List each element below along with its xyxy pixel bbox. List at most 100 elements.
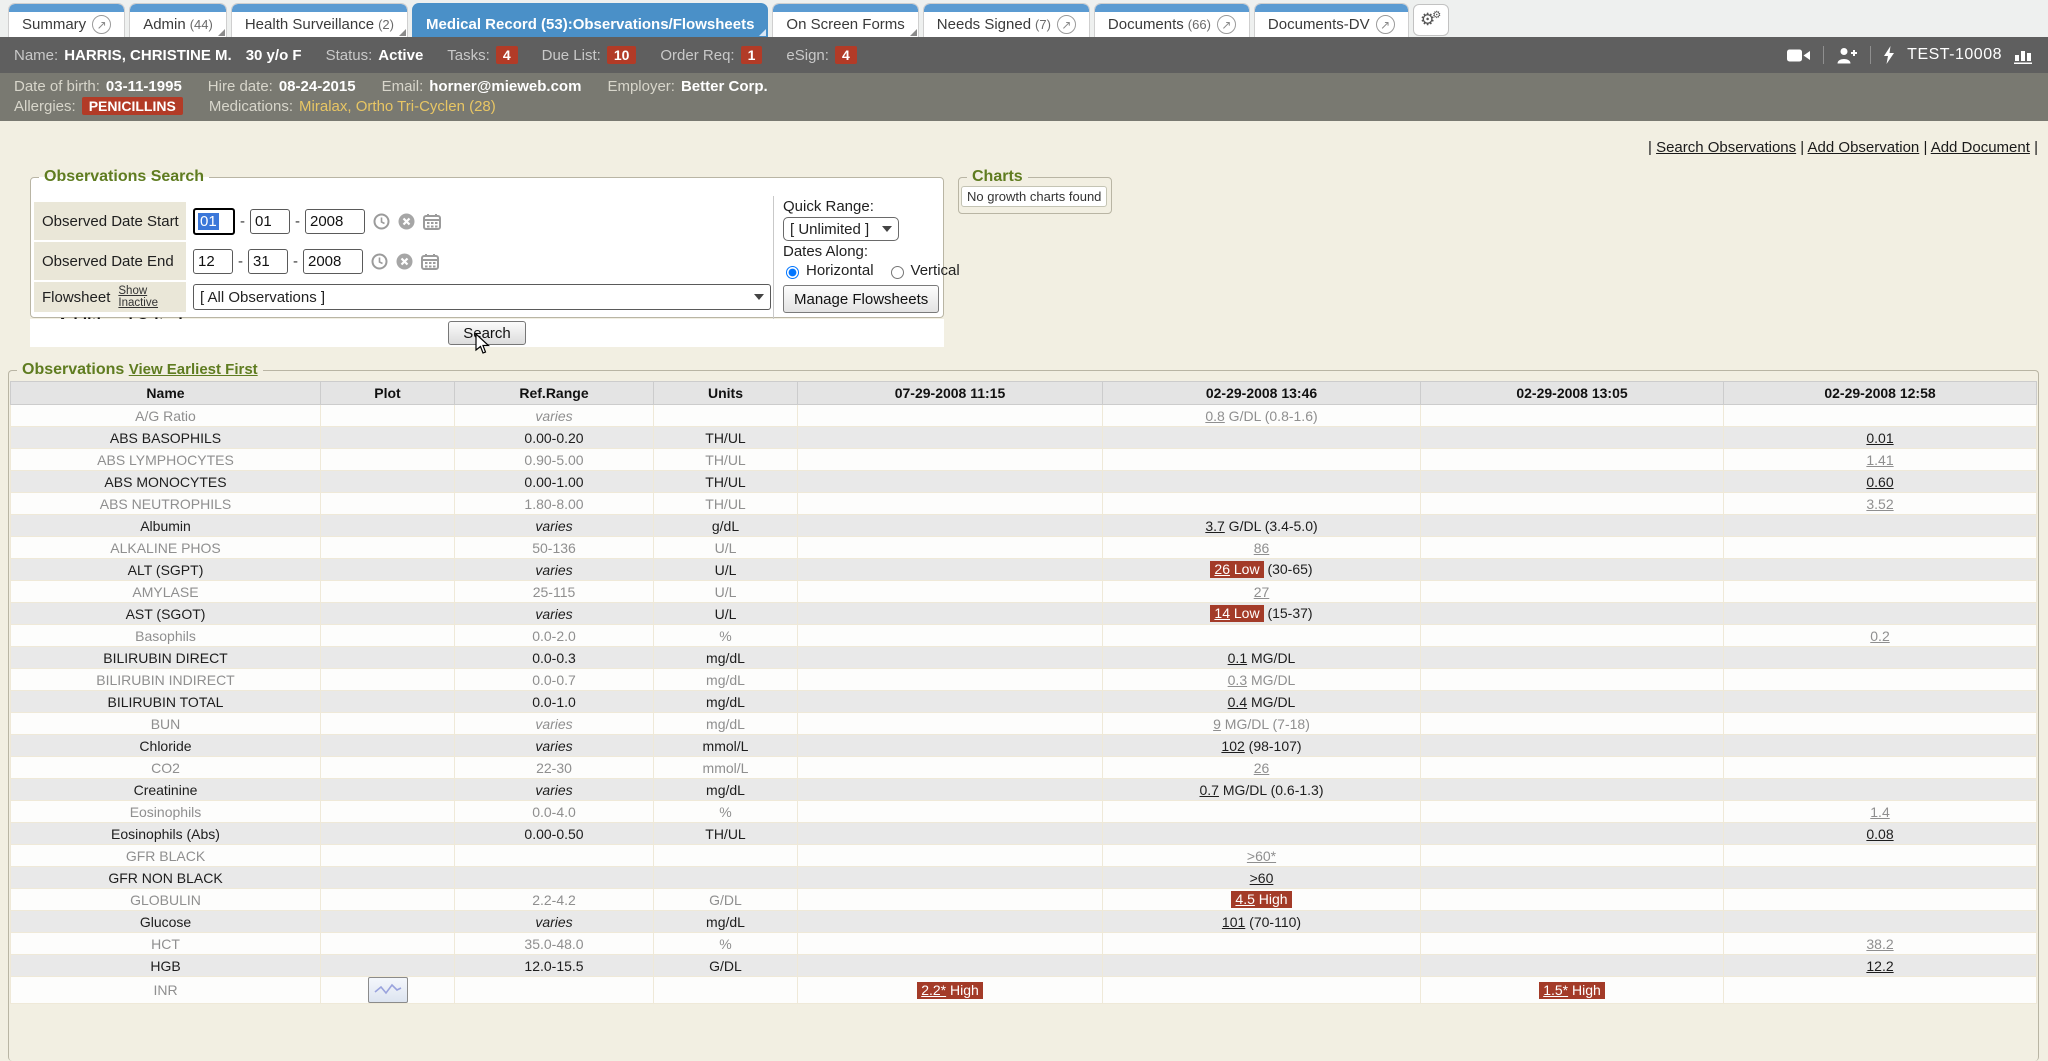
observation-value-link[interactable]: 2.2*: [921, 982, 946, 998]
obs-value-col-4: [1724, 977, 2037, 1004]
observation-value-link[interactable]: 0.2: [1870, 628, 1889, 644]
start-day-input[interactable]: [250, 209, 290, 234]
calendar-icon[interactable]: [423, 213, 441, 230]
date-start-fields: 01: [193, 202, 441, 240]
tab-on-screen-forms[interactable]: On Screen Forms: [772, 3, 918, 37]
observation-value-link[interactable]: 9: [1213, 716, 1221, 732]
col-header-plot: Plot: [321, 382, 455, 405]
tab-health-surveillance[interactable]: Health Surveillance(2): [231, 3, 408, 37]
observation-value-link[interactable]: 26: [1254, 760, 1270, 776]
radio-vertical[interactable]: Vertical: [886, 262, 960, 279]
tab-label: Documents-DV: [1268, 16, 1370, 33]
tab-documents-dv[interactable]: Documents-DV ↗: [1254, 3, 1409, 37]
observation-value-link[interactable]: 102: [1221, 738, 1244, 754]
observation-value-link[interactable]: 0.7: [1200, 782, 1219, 798]
observation-value-link[interactable]: 27: [1254, 584, 1270, 600]
start-month-value: 01: [198, 213, 219, 230]
end-month-input[interactable]: [193, 249, 233, 274]
tab-settings-button[interactable]: ⚙⚙: [1413, 4, 1449, 36]
obs-value-col-2: 4.5 High: [1103, 889, 1421, 911]
end-year-input[interactable]: [303, 249, 363, 274]
obs-value-col-4: 0.60: [1724, 471, 2037, 493]
order-req-badge[interactable]: 1: [741, 46, 763, 64]
time-picker-icon[interactable]: [371, 253, 388, 270]
clear-date-icon[interactable]: [398, 213, 415, 230]
link-search-observations[interactable]: Search Observations: [1656, 139, 1796, 156]
observation-value-link[interactable]: >60*: [1247, 848, 1276, 864]
observation-value-link[interactable]: 12.2: [1866, 958, 1893, 974]
medication-link-ortho-tri-cyclen-28[interactable]: Ortho Tri-Cyclen (28): [356, 98, 496, 115]
observation-value-link[interactable]: 4.5: [1235, 891, 1254, 907]
time-picker-icon[interactable]: [373, 213, 390, 230]
observation-value-link[interactable]: 0.08: [1866, 826, 1893, 842]
radio-horizontal-input[interactable]: [786, 266, 799, 279]
tab-admin[interactable]: Admin(44): [129, 3, 227, 37]
tab-medical-record-53-observations-flowsheets[interactable]: Medical Record (53):Observations/Flowshe…: [412, 3, 768, 37]
observation-value-link[interactable]: 1.5*: [1543, 982, 1568, 998]
obs-value-col-3: [1421, 845, 1724, 867]
external-link-icon[interactable]: ↗: [1217, 15, 1236, 34]
external-link-icon[interactable]: ↗: [1376, 15, 1395, 34]
tab-summary[interactable]: Summary↗: [8, 3, 125, 37]
obs-plot-cell: [321, 515, 455, 537]
search-button[interactable]: Search: [448, 321, 526, 345]
flowsheet-select[interactable]: [ All Observations ]: [193, 284, 771, 310]
video-call-button[interactable]: [1787, 48, 1811, 63]
start-month-input[interactable]: 01: [193, 208, 235, 235]
patient-age-sex: 30 y/o F: [246, 47, 302, 64]
due-list-group: Due List: 10: [542, 46, 637, 64]
allergy-badge[interactable]: PENICILLINS: [82, 97, 183, 115]
observation-value-link[interactable]: 101: [1222, 914, 1245, 930]
observation-value-link[interactable]: 0.60: [1866, 474, 1893, 490]
obs-value-col-4: [1724, 889, 2037, 911]
link-add-observation[interactable]: Add Observation: [1808, 139, 1920, 156]
obs-units: mg/dL: [654, 691, 798, 713]
tasks-badge[interactable]: 4: [496, 46, 518, 64]
observation-value-link[interactable]: 0.01: [1866, 430, 1893, 446]
clear-date-icon[interactable]: [396, 253, 413, 270]
external-link-icon[interactable]: ↗: [1057, 15, 1076, 34]
add-person-button[interactable]: [1836, 47, 1858, 64]
observation-value-link[interactable]: 0.3: [1228, 672, 1247, 688]
observation-value-link[interactable]: 3.52: [1866, 496, 1893, 512]
external-link-icon[interactable]: ↗: [92, 15, 111, 34]
tab-needs-signed[interactable]: Needs Signed(7)↗: [923, 3, 1090, 37]
observation-value-link[interactable]: 26: [1214, 561, 1230, 577]
tab-documents[interactable]: Documents(66)↗: [1094, 3, 1250, 37]
esign-badge[interactable]: 4: [835, 46, 857, 64]
abnormal-value-badge: 2.2* High: [917, 982, 983, 999]
radio-horizontal[interactable]: Horizontal: [781, 262, 874, 279]
obs-value-col-1: [798, 845, 1103, 867]
observation-value-link[interactable]: 0.8: [1205, 408, 1224, 424]
observation-value-link[interactable]: 38.2: [1866, 936, 1893, 952]
observation-value-link[interactable]: 14: [1214, 605, 1230, 621]
manage-flowsheets-button[interactable]: Manage Flowsheets: [783, 285, 939, 313]
sparkline-plot-button[interactable]: [368, 977, 408, 1003]
link-add-document[interactable]: Add Document: [1931, 139, 2030, 156]
charts-button[interactable]: [2014, 47, 2034, 64]
observation-value-link[interactable]: 86: [1254, 540, 1270, 556]
calendar-icon[interactable]: [421, 253, 439, 270]
observation-value-link[interactable]: 0.4: [1228, 694, 1247, 710]
quick-action-button[interactable]: [1883, 46, 1895, 64]
observations-search-title: Observations Search: [39, 168, 209, 186]
obs-ref-range: varies: [455, 735, 654, 757]
radio-vertical-input[interactable]: [891, 266, 904, 279]
table-row-ast-sgot: AST (SGOT)variesU/L14 Low (15-37): [11, 603, 2037, 625]
obs-ref-range: 0.00-0.50: [455, 823, 654, 845]
view-earliest-first-link[interactable]: View Earliest First: [129, 361, 258, 378]
obs-value-col-3: [1421, 801, 1724, 823]
observation-value-link[interactable]: >60: [1250, 870, 1274, 886]
obs-name: Eosinophils: [11, 801, 321, 823]
show-inactive-link[interactable]: Show Inactive: [118, 285, 186, 309]
observation-value-link[interactable]: 1.4: [1870, 804, 1889, 820]
due-list-badge[interactable]: 10: [607, 46, 637, 64]
medication-link-miralax[interactable]: Miralax: [299, 98, 347, 115]
esign-label: eSign:: [786, 47, 829, 64]
observation-value-link[interactable]: 0.1: [1228, 650, 1247, 666]
start-year-input[interactable]: [305, 209, 365, 234]
observation-value-link[interactable]: 3.7: [1205, 518, 1224, 534]
observation-value-link[interactable]: 1.41: [1866, 452, 1893, 468]
end-day-input[interactable]: [248, 249, 288, 274]
quick-range-select[interactable]: [ Unlimited ]: [783, 217, 899, 241]
